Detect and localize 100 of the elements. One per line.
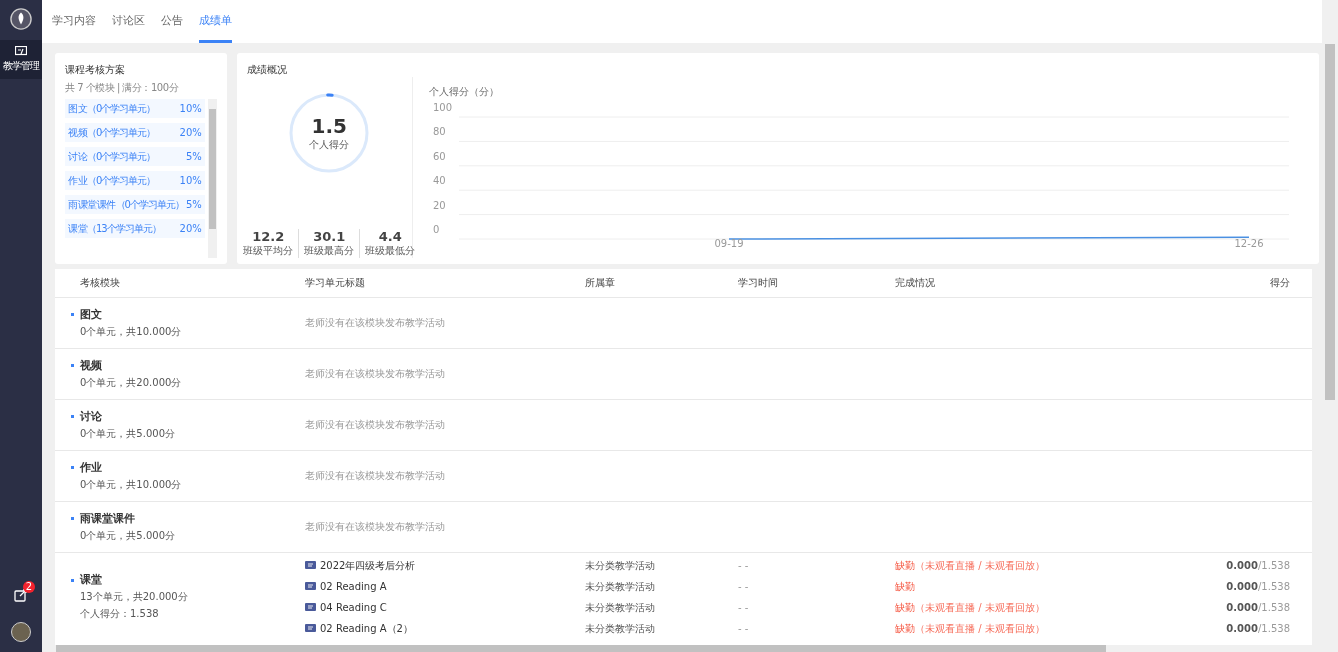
scrollbar[interactable] (207, 99, 217, 258)
empty-message: 老师没有在该模块发布教学活动 (305, 316, 445, 330)
module-summary: 0个单元，共5.000分 (80, 528, 176, 543)
chapter-cell-text: 未分类教学活动 (585, 600, 656, 615)
module-percent: 20% (178, 127, 202, 138)
tab[interactable]: 成绩单 (199, 13, 232, 43)
module-percent: 10% (178, 103, 202, 114)
axis-title: 个人得分（分） (428, 85, 500, 99)
module-name: 讨论（0个学习单元） (68, 149, 156, 164)
time-cell-text: - - (738, 623, 750, 634)
bullet-icon (71, 364, 74, 367)
scheme-summary: 共 7 个模块 | 满分：100分 (65, 81, 180, 95)
total-text: /1.538 (1258, 560, 1290, 571)
tick-label: 12-26 (1234, 238, 1264, 249)
score-text: 0.000 (1226, 623, 1258, 634)
module-name: 雨课堂课件 (80, 511, 135, 526)
tick-label: 80 (432, 126, 446, 138)
empty-message: 老师没有在该模块发布教学活动 (305, 520, 445, 534)
empty-message: 老师没有在该模块发布教学活动 (305, 418, 445, 432)
module-name: 作业（0个学习单元） (68, 173, 156, 188)
tick-label: 20 (432, 199, 446, 211)
unit-title[interactable]: 02 Reading A（2） (320, 621, 413, 636)
scheme-item[interactable]: 视频（0个学习单元） 20% (65, 123, 205, 142)
avatar[interactable] (11, 622, 31, 642)
tick-label: 40 (432, 175, 446, 187)
stat-label: 班级最高分 (304, 244, 355, 258)
module-summary: 0个单元，共10.000分 (80, 477, 183, 492)
module-name: 图文 (80, 307, 102, 322)
total-text: /1.538 (1258, 581, 1290, 592)
scheme-item[interactable]: 雨课堂课件（0个学习单元） 5% (65, 195, 205, 214)
score-value: 1.5 (311, 114, 347, 138)
tick-label: 09-19 (714, 238, 744, 249)
chapter-cell-text: 未分类教学活动 (585, 558, 656, 573)
logo-icon (10, 8, 32, 30)
slides-icon (305, 560, 316, 571)
module-name: 雨课堂课件（0个学习单元） (68, 197, 184, 212)
empty-message: 老师没有在该模块发布教学活动 (305, 469, 445, 483)
notification-badge: 2 (23, 581, 35, 593)
personal-score: 个人得分：1.538 (80, 607, 160, 621)
scheme-item[interactable]: 讨论（0个学习单元） 5% (65, 147, 205, 166)
scheme-item[interactable]: 作业（0个学习单元） 10% (65, 171, 205, 190)
share-icon[interactable] (14, 588, 28, 602)
unit-title[interactable]: 04 Reading C (320, 602, 387, 613)
tick-label: 60 (432, 150, 446, 162)
time-cell-text: - - (738, 581, 750, 592)
stat-label: 班级平均分 (243, 244, 294, 258)
total-text: /1.538 (1258, 602, 1290, 613)
score-text: 0.000 (1226, 581, 1258, 592)
chapter-cell-text: 未分类教学活动 (585, 621, 656, 636)
column-header: 考核模块 (80, 276, 121, 290)
tab[interactable]: 学习内容 (52, 13, 96, 43)
scheme-item[interactable]: 课堂（13个学习单元） 20% (65, 219, 205, 238)
module-summary: 0个单元，共5.000分 (80, 426, 176, 441)
module-percent: 10% (178, 175, 202, 186)
score-label: 个人得分 (309, 138, 350, 152)
board-icon (15, 46, 27, 57)
bullet-icon (71, 313, 74, 316)
column-header: 学习时间 (738, 276, 779, 290)
module-summary: 0个单元，共20.000分 (80, 375, 183, 390)
column-header: 得分 (1269, 276, 1290, 290)
module-name: 视频 (80, 358, 102, 373)
module-name: 作业 (80, 460, 102, 475)
tab[interactable]: 讨论区 (112, 13, 145, 43)
module-name: 课堂 (80, 573, 102, 587)
module-percent: 5% (184, 199, 202, 210)
module-percent: 20% (178, 223, 202, 234)
module-name: 课堂（13个学习单元） (68, 221, 161, 236)
slides-icon (305, 581, 316, 592)
time-cell-text: - - (738, 602, 750, 613)
chapter-cell-text: 未分类教学活动 (585, 579, 656, 594)
column-header: 所属章 (585, 276, 616, 290)
score-text: 0.000 (1226, 602, 1258, 613)
status-detail: （未观看直播 / 未观看回放） (915, 601, 1045, 613)
module-name: 讨论 (80, 409, 102, 424)
module-name: 图文（0个学习单元） (68, 101, 156, 116)
column-header: 学习单元标题 (305, 276, 366, 290)
unit-title[interactable]: 2022年四级考后分析 (320, 558, 416, 573)
status-detail: （未观看直播 / 未观看回放） (915, 559, 1045, 571)
sidebar-item[interactable]: 教学管理 (0, 40, 42, 79)
bullet-icon (71, 415, 74, 418)
tick-label: 0 (432, 224, 440, 235)
bullet-icon (71, 466, 74, 469)
status-text: 缺勤 (895, 601, 915, 613)
tick-label: 100 (432, 102, 452, 113)
module-percent: 5% (184, 151, 202, 162)
stat-value: 12.2 (251, 229, 286, 244)
stat-label: 班级最低分 (365, 244, 416, 258)
score-text: 0.000 (1226, 560, 1258, 571)
module-name: 视频（0个学习单元） (68, 125, 156, 140)
card-title: 课程考核方案 (65, 63, 126, 77)
unit-title[interactable]: 02 Reading A (320, 581, 387, 592)
tab[interactable]: 公告 (161, 13, 183, 43)
scheme-item[interactable]: 图文（0个学习单元） 10% (65, 99, 205, 118)
bullet-icon (71, 517, 74, 520)
stat-value: 4.4 (377, 229, 403, 244)
module-summary: 13个单元，共20.000分 (80, 590, 189, 604)
status-text: 缺勤 (895, 580, 915, 592)
total-text: /1.538 (1258, 623, 1290, 634)
bullet-icon (71, 578, 74, 582)
slides-icon (305, 623, 316, 634)
